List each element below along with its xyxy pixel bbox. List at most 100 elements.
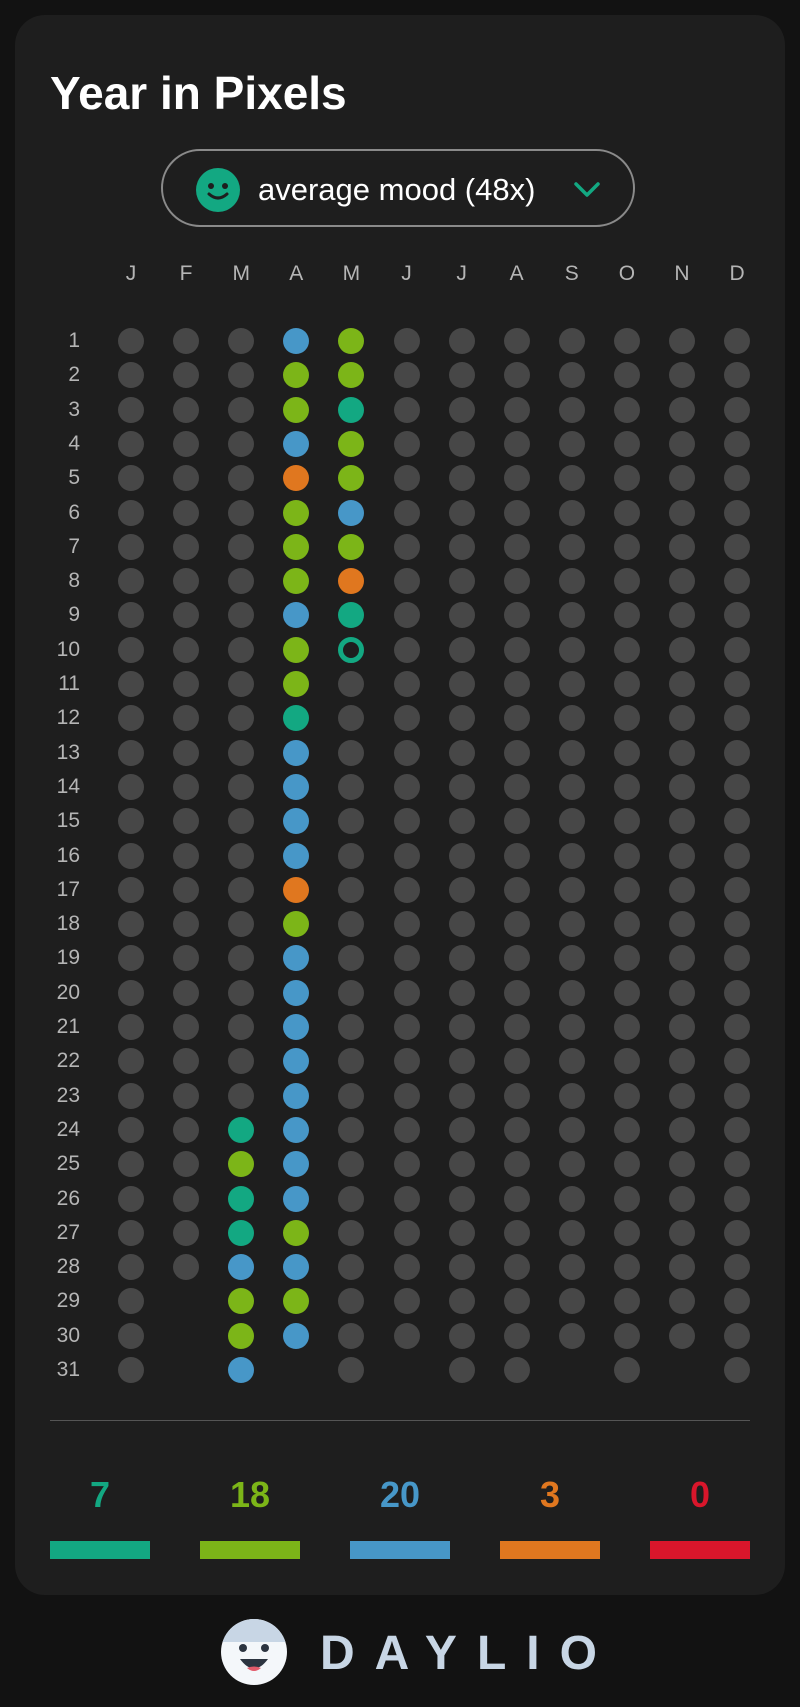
day-pixel[interactable] bbox=[724, 602, 751, 629]
day-pixel[interactable] bbox=[613, 568, 640, 595]
day-pixel[interactable] bbox=[118, 979, 144, 1006]
day-pixel[interactable] bbox=[558, 1185, 585, 1212]
day-pixel[interactable] bbox=[283, 979, 310, 1006]
day-pixel[interactable] bbox=[613, 602, 640, 629]
day-pixel[interactable] bbox=[173, 362, 200, 389]
day-pixel[interactable] bbox=[173, 465, 200, 492]
day-pixel[interactable] bbox=[669, 533, 695, 560]
day-pixel[interactable] bbox=[173, 430, 200, 457]
day-pixel[interactable] bbox=[393, 1288, 420, 1315]
day-pixel[interactable] bbox=[613, 465, 640, 492]
day-pixel[interactable] bbox=[338, 1322, 365, 1349]
day-pixel[interactable] bbox=[173, 1185, 200, 1212]
day-pixel[interactable] bbox=[448, 979, 475, 1006]
day-pixel[interactable] bbox=[118, 1116, 144, 1143]
day-pixel[interactable] bbox=[338, 876, 365, 903]
day-pixel[interactable] bbox=[558, 671, 585, 697]
day-pixel[interactable] bbox=[503, 430, 530, 457]
day-pixel[interactable] bbox=[283, 705, 310, 732]
day-pixel[interactable] bbox=[448, 1357, 475, 1383]
day-pixel[interactable] bbox=[558, 842, 585, 869]
day-pixel[interactable] bbox=[503, 396, 530, 423]
day-pixel[interactable] bbox=[448, 876, 475, 903]
day-pixel[interactable] bbox=[173, 808, 200, 835]
day-pixel[interactable] bbox=[118, 739, 144, 766]
day-pixel[interactable] bbox=[118, 430, 144, 457]
day-pixel[interactable] bbox=[669, 328, 695, 354]
day-pixel[interactable] bbox=[613, 430, 640, 457]
day-pixel[interactable] bbox=[724, 328, 751, 354]
day-pixel[interactable] bbox=[503, 773, 530, 800]
day-pixel[interactable] bbox=[448, 328, 475, 354]
day-pixel[interactable] bbox=[724, 1357, 751, 1383]
day-pixel[interactable] bbox=[173, 1219, 200, 1246]
day-pixel[interactable] bbox=[283, 465, 310, 492]
day-pixel[interactable] bbox=[118, 911, 144, 938]
day-pixel[interactable] bbox=[448, 533, 475, 560]
day-pixel[interactable] bbox=[724, 911, 751, 938]
day-pixel[interactable] bbox=[448, 499, 475, 526]
day-pixel[interactable] bbox=[669, 430, 695, 457]
day-pixel[interactable] bbox=[724, 808, 751, 835]
day-pixel[interactable] bbox=[613, 1288, 640, 1315]
day-pixel[interactable] bbox=[393, 1082, 420, 1109]
day-pixel[interactable] bbox=[724, 979, 751, 1006]
today-pixel[interactable] bbox=[338, 636, 365, 663]
day-pixel[interactable] bbox=[173, 636, 200, 663]
day-pixel[interactable] bbox=[724, 1014, 751, 1040]
day-pixel[interactable] bbox=[173, 1151, 200, 1178]
day-pixel[interactable] bbox=[669, 705, 695, 732]
day-pixel[interactable] bbox=[338, 1151, 365, 1178]
day-pixel[interactable] bbox=[338, 911, 365, 938]
day-pixel[interactable] bbox=[228, 1014, 255, 1040]
day-pixel[interactable] bbox=[724, 1288, 751, 1315]
day-pixel[interactable] bbox=[558, 396, 585, 423]
day-pixel[interactable] bbox=[558, 533, 585, 560]
day-pixel[interactable] bbox=[173, 979, 200, 1006]
day-pixel[interactable] bbox=[173, 1014, 200, 1040]
day-pixel[interactable] bbox=[393, 465, 420, 492]
day-pixel[interactable] bbox=[228, 1185, 255, 1212]
day-pixel[interactable] bbox=[173, 499, 200, 526]
day-pixel[interactable] bbox=[558, 808, 585, 835]
day-pixel[interactable] bbox=[338, 1288, 365, 1315]
day-pixel[interactable] bbox=[503, 328, 530, 354]
day-pixel[interactable] bbox=[228, 876, 255, 903]
day-pixel[interactable] bbox=[118, 1014, 144, 1040]
day-pixel[interactable] bbox=[283, 533, 310, 560]
day-pixel[interactable] bbox=[283, 945, 310, 972]
day-pixel[interactable] bbox=[118, 465, 144, 492]
day-pixel[interactable] bbox=[173, 328, 200, 354]
day-pixel[interactable] bbox=[228, 636, 255, 663]
day-pixel[interactable] bbox=[338, 362, 365, 389]
day-pixel[interactable] bbox=[669, 911, 695, 938]
day-pixel[interactable] bbox=[613, 1254, 640, 1281]
day-pixel[interactable] bbox=[173, 1048, 200, 1075]
day-pixel[interactable] bbox=[724, 842, 751, 869]
day-pixel[interactable] bbox=[338, 396, 365, 423]
day-pixel[interactable] bbox=[228, 362, 255, 389]
day-pixel[interactable] bbox=[118, 1151, 144, 1178]
day-pixel[interactable] bbox=[669, 1014, 695, 1040]
day-pixel[interactable] bbox=[393, 1151, 420, 1178]
day-pixel[interactable] bbox=[173, 739, 200, 766]
day-pixel[interactable] bbox=[669, 808, 695, 835]
day-pixel[interactable] bbox=[338, 979, 365, 1006]
day-pixel[interactable] bbox=[393, 1116, 420, 1143]
day-pixel[interactable] bbox=[724, 945, 751, 972]
day-pixel[interactable] bbox=[503, 636, 530, 663]
day-pixel[interactable] bbox=[669, 1048, 695, 1075]
day-pixel[interactable] bbox=[393, 1048, 420, 1075]
day-pixel[interactable] bbox=[613, 1014, 640, 1040]
day-pixel[interactable] bbox=[613, 911, 640, 938]
day-pixel[interactable] bbox=[338, 465, 365, 492]
day-pixel[interactable] bbox=[228, 1116, 255, 1143]
day-pixel[interactable] bbox=[173, 705, 200, 732]
day-pixel[interactable] bbox=[283, 430, 310, 457]
day-pixel[interactable] bbox=[613, 705, 640, 732]
day-pixel[interactable] bbox=[228, 671, 255, 697]
day-pixel[interactable] bbox=[393, 842, 420, 869]
day-pixel[interactable] bbox=[724, 465, 751, 492]
day-pixel[interactable] bbox=[393, 396, 420, 423]
day-pixel[interactable] bbox=[118, 568, 144, 595]
